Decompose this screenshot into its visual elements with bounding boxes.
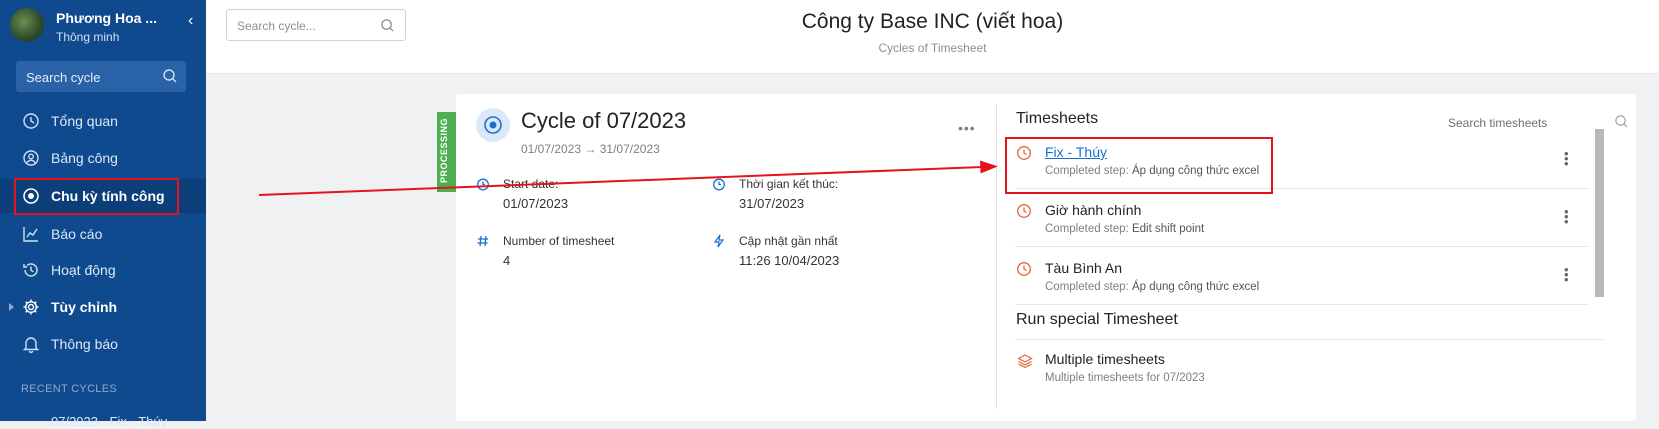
start-date-value: 01/07/2023 [503, 196, 569, 211]
avatar [10, 8, 44, 42]
sidebar-item-label: Báo cáo [51, 226, 103, 242]
clock-icon [23, 113, 39, 129]
page-subtitle: Cycles of Timesheet [878, 41, 987, 55]
timesheet-name[interactable]: Giờ hành chính [1045, 202, 1141, 218]
sidebar-item-label: Bảng công [51, 150, 118, 166]
cycle-title: Cycle of 07/2023 [521, 108, 687, 133]
history-icon [23, 263, 38, 277]
sidebar-item-thong-bao[interactable]: Thông báo [0, 327, 206, 361]
kebab-menu-icon[interactable]: • • • [1564, 205, 1569, 228]
multiple-timesheets-sub: Multiple timesheets for 07/2023 [1045, 372, 1205, 384]
timer-icon [713, 178, 725, 191]
cycle-date-range: 01/07/2023 → 31/07/2023 [521, 142, 660, 156]
special-timesheet-heading: Run special Timesheet [1016, 311, 1178, 328]
last-updated-value: 11:26 10/04/2023 [739, 253, 840, 268]
divider [996, 104, 997, 409]
multiple-timesheets-item[interactable]: Multiple timesheets [1045, 351, 1165, 367]
search-placeholder: Search cycle... [237, 19, 316, 33]
company-title: Công ty Base INC (viết hoa) [801, 10, 1064, 33]
sidebar-item-tuy-chinh[interactable]: Tùy chỉnh [0, 290, 206, 324]
arrow-right-icon: → [584, 142, 597, 156]
sidebar-item-label: Tùy chỉnh [51, 299, 118, 315]
bell-icon [22, 337, 40, 353]
highlight-box [14, 178, 179, 215]
end-date-value: 31/07/2023 [739, 196, 805, 211]
timesheets-scrollbar[interactable] [1595, 129, 1604, 297]
timesheet-count-value: 4 [503, 253, 511, 268]
end-date-label: Thời gian kết thúc: [739, 177, 839, 191]
step-prefix: Completed step: [1045, 223, 1129, 235]
target-icon [484, 116, 502, 134]
sidebar-item-tong-quan[interactable]: Tổng quan [0, 104, 206, 138]
recent-cycle-item[interactable]: 07/2023 - Fix - Thúy [51, 414, 167, 429]
top-bar: Công ty Base INC (viết hoa) Cycles of Ti… [206, 0, 1659, 74]
sidebar-search-input[interactable]: Search cycle [16, 61, 186, 92]
last-updated-label: Cập nhật gần nhất [739, 234, 838, 248]
clock-icon [1017, 204, 1031, 218]
step-value: Áp dụng công thức excel [1131, 281, 1260, 293]
timesheets-heading: Timesheets [1016, 110, 1099, 127]
timesheet-row[interactable]: Tàu Bình An Completed step: Áp dụng công… [1015, 247, 1589, 305]
timesheet-step: Completed step: Edit shift point [1045, 223, 1204, 235]
sidebar: Phương Hoa ... Thông minh ‹ Search cycle… [0, 0, 206, 429]
user-profile[interactable]: Phương Hoa ... Thông minh ‹ [10, 8, 200, 44]
cycle-card: Cycle of 07/2023 01/07/2023 → 31/07/2023… [456, 94, 1636, 421]
timesheets-search-input[interactable]: Search timesheets [1448, 116, 1547, 130]
more-options-icon[interactable]: ••• [958, 120, 976, 136]
sidebar-search-label: Search cycle [26, 70, 101, 85]
search-icon [163, 69, 177, 83]
search-icon [381, 19, 394, 32]
timesheet-step: Completed step: Áp dụng công thức excel [1045, 281, 1259, 293]
step-value: Edit shift point [1131, 223, 1205, 235]
user-circle-icon [23, 150, 39, 166]
clock-icon [1017, 262, 1031, 276]
sidebar-item-label: Tổng quan [51, 113, 118, 129]
start-date-label: Start date: [503, 177, 559, 191]
user-role: Thông minh [56, 30, 120, 44]
status-badge: PROCESSING [437, 112, 456, 192]
divider [1015, 339, 1604, 340]
status-label: PROCESSING [439, 117, 449, 183]
cycle-range-start: 01/07/2023 [521, 142, 582, 156]
timesheet-row[interactable]: Giờ hành chính Completed step: Edit shif… [1015, 189, 1589, 247]
recent-cycles-heading: RECENT CYCLES [21, 383, 117, 395]
search-input[interactable]: Search cycle... [226, 9, 406, 41]
step-prefix: Completed step: [1045, 281, 1129, 293]
cycle-icon [476, 108, 510, 142]
kebab-menu-icon[interactable]: • • • [1564, 147, 1569, 170]
gear-icon [23, 299, 39, 315]
lightning-icon [713, 234, 725, 248]
caret-right-icon [9, 303, 14, 311]
search-icon [1615, 115, 1628, 128]
sidebar-item-bao-cao[interactable]: Báo cáo [0, 217, 206, 251]
timesheet-count-label: Number of timesheet [503, 234, 615, 248]
user-name: Phương Hoa ... [56, 10, 157, 26]
sidebar-item-hoat-dong[interactable]: Hoạt động [0, 253, 206, 287]
sidebar-item-label: Hoạt động [51, 262, 116, 278]
scrollbar-thumb[interactable] [1595, 129, 1604, 297]
chart-icon [23, 227, 38, 242]
hash-icon [477, 235, 488, 247]
sidebar-item-bang-cong[interactable]: Bảng công [0, 141, 206, 175]
cycle-range-end: 31/07/2023 [599, 142, 660, 156]
highlight-box [1005, 137, 1273, 194]
sidebar-item-label: Thông báo [51, 336, 118, 352]
layers-icon [1017, 354, 1033, 369]
chevron-left-icon[interactable]: ‹ [188, 12, 193, 30]
timer-icon [477, 178, 489, 191]
timesheet-name[interactable]: Tàu Bình An [1045, 260, 1122, 276]
kebab-menu-icon[interactable]: • • • [1564, 263, 1569, 286]
